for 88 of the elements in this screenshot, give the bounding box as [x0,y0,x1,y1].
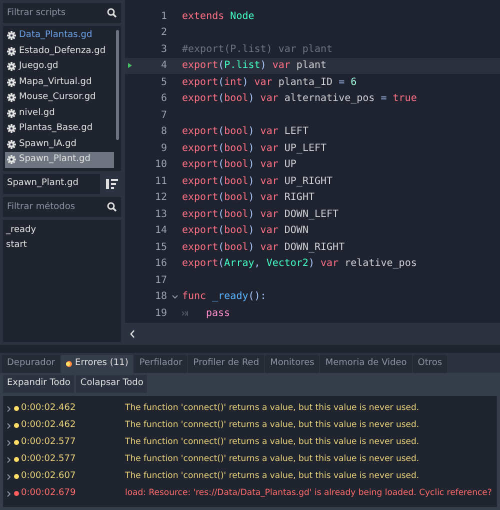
line-number: 4 [160,59,167,74]
line-number: 15 [154,240,167,255]
message-time: 0:00:02.679 [21,486,77,500]
message-text: The function 'connect()' returns a value, but this value is never used. [125,402,420,415]
line-number: 14 [154,224,167,238]
code-line: func _ready(): [182,290,266,304]
line-number: 2 [160,26,167,40]
code-line: export(bool) var LEFT [182,125,308,140]
code-line: export(bool) var DOWN [182,224,308,238]
line-number: 10 [154,158,167,172]
line-number: 17 [154,274,167,288]
debugger-tab[interactable]: Profiler de Red [188,355,264,373]
message-text: load: Resource: 'res://Data/Data_Plantas.gd' is already being loaded. Cyclic reference? [125,487,492,500]
code-line: export(bool) var RIGHT [182,191,314,206]
debugger-tab[interactable]: Perfilador [134,355,188,373]
message-time: 0:00:02.577 [21,436,77,449]
current-script-field[interactable]: Spawn_Plant.gd [3,174,100,194]
debugger-tab[interactable]: Depurador [2,355,60,373]
message-time: 0:00:02.607 [21,470,77,483]
line-number: 11 [154,174,167,189]
filter-scripts-field[interactable]: Filtrar scripts [3,3,121,23]
gear-icon [7,108,16,118]
method-item[interactable]: start [6,238,118,253]
filter-methods-field[interactable]: Filtrar métodos [3,197,121,217]
gear-icon [7,78,16,87]
gear-icon [7,31,16,40]
code-line: export(bool) var UP [182,158,296,172]
script-item[interactable]: Spawn_IA.gd [5,136,114,152]
search-icon [107,202,117,212]
gear-icon [7,124,16,134]
method-item[interactable]: _ready [6,223,118,238]
script-item[interactable]: nivel.gd [5,106,114,121]
script-item[interactable]: Data_Plantas.gd [5,28,114,44]
toolbar-button[interactable]: Expandir Todo [3,375,74,393]
script-item[interactable]: Mouse_Cursor.gd [5,90,114,106]
tab-marker-icon [182,310,188,316]
line-number: 16 [154,257,167,272]
line-number: 5 [160,76,167,90]
gear-icon [7,46,16,56]
message-time: 0:00:02.462 [21,402,77,415]
gear-icon [7,140,16,149]
line-number: 13 [154,208,167,222]
debugger-tab[interactable]: Memoria de Video [320,355,412,373]
line-number: 1 [160,10,167,24]
scrollbar[interactable] [116,30,119,140]
toolbar-button[interactable]: Colapsar Todo [76,375,148,393]
code-line: export(P.list) var plant [182,59,327,74]
debugger-tab[interactable]: Monitores [265,355,320,373]
message-text: The function 'connect()' returns a value, but this value is never used. [125,436,420,449]
debugger-tab[interactable]: Errores (11) [61,355,134,373]
line-number: 6 [160,92,167,106]
script-item[interactable]: Plantas_Base.gd [5,121,114,136]
gear-icon [7,62,16,72]
message-text: The function 'connect()' returns a value, but this value is never used. [125,453,420,466]
message-text: The function 'connect()' returns a value, but this value is never used. [125,419,420,432]
sort-icon[interactable] [106,179,118,189]
code-line: export(bool) var DOWN_LEFT [182,208,339,222]
code-line: export(bool) var UP_RIGHT [182,174,333,189]
code-line: #export(P.list) var plant [182,42,333,57]
line-number: 8 [160,125,167,140]
status-dot-icon [66,361,72,367]
line-number: 19 [154,306,167,321]
play-marker-icon [128,63,132,68]
code-line: extends Node [182,10,254,24]
gear-icon [7,155,16,164]
debugger-tab[interactable]: Otros [412,355,448,373]
filter-scripts-input[interactable]: Filtrar scripts [3,3,103,23]
script-item[interactable]: Mapa_Virtual.gd [5,74,114,90]
gear-icon [7,93,16,102]
message-time: 0:00:02.577 [21,452,77,466]
code-line: export(bool) var UP_LEFT [182,142,327,156]
code-line: export(int) var planta_ID = 6 [182,76,357,90]
code-line: export(bool) var DOWN_RIGHT [182,240,345,255]
script-item[interactable]: Spawn_Plant.gd [5,152,114,168]
search-icon [107,8,117,18]
line-number: 3 [160,42,167,57]
line-number: 12 [154,191,167,206]
message-text: The function 'connect()' returns a value, but this value is never used. [125,470,420,483]
filter-methods-input[interactable]: Filtrar métodos [3,197,103,217]
line-number: 18 [154,290,167,304]
code-line: export(bool) var alternative_pos = true [182,92,417,106]
script-item[interactable]: Estado_Defenza.gd [5,44,114,59]
script-item[interactable]: Juego.gd [5,59,114,74]
line-number: 9 [160,142,167,156]
message-time: 0:00:02.462 [21,418,77,432]
code-line: pass [206,306,230,321]
code-line: export(Array, Vector2) var relative_pos [182,257,417,272]
line-number: 7 [160,108,167,123]
